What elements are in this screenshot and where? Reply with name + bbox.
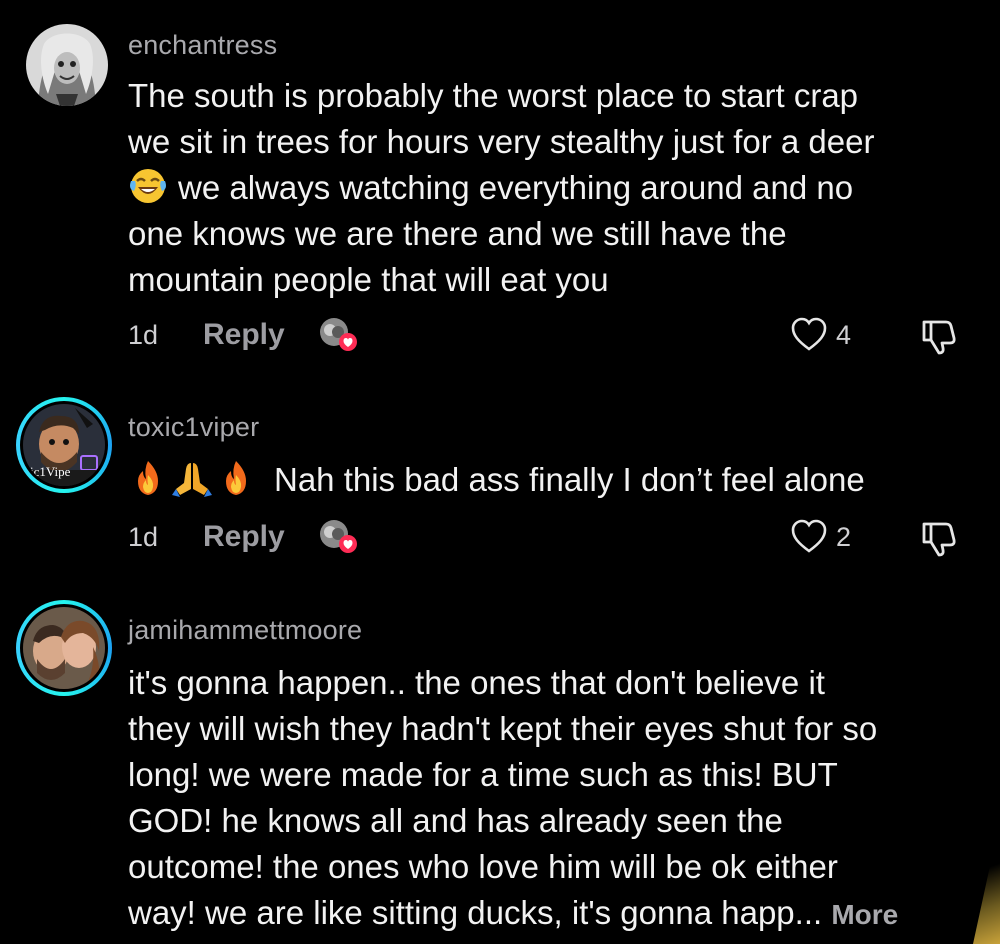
username[interactable]: toxic1viper [128, 412, 259, 443]
background-edge-decoration [973, 820, 1000, 944]
dislike-icon[interactable] [918, 316, 962, 356]
comment-line-text: way! we are like sitting ducks, it's gon… [128, 894, 823, 931]
comment-line: mountain people that will eat you [128, 261, 609, 298]
comment-line: one knows we are there and we still have… [128, 215, 787, 252]
like-count: 2 [836, 522, 852, 552]
like-button[interactable]: 4 [790, 316, 851, 352]
avatar-caption: oxic1Vipe [20, 464, 71, 479]
comment-text: The south is probably the worst place to… [128, 73, 968, 303]
comment-line: we always watching everything around and… [128, 165, 968, 211]
avatar-story-ring[interactable]: oxic1Vipe [16, 397, 112, 493]
avatar: oxic1Vipe [20, 401, 108, 489]
timestamp: 1d [128, 522, 159, 552]
more-link[interactable]: More [831, 899, 898, 930]
creator-liked-avatar-icon [318, 518, 360, 554]
heart-icon [790, 519, 828, 558]
fire-icon [216, 459, 256, 497]
like-button[interactable]: 2 [790, 518, 851, 554]
face-with-tears-of-joy-icon [128, 167, 168, 205]
comment-actions: 1d Reply 4 [128, 316, 968, 356]
creator-liked-avatar-icon [318, 316, 360, 352]
avatar-story-ring[interactable] [16, 600, 112, 696]
heart-icon [790, 317, 828, 356]
like-count: 4 [836, 320, 852, 350]
comment-line: GOD! he knows all and has already seen t… [128, 802, 783, 839]
comment-text: it's gonna happen.. the ones that don't … [128, 660, 968, 938]
username[interactable]: jamihammettmoore [128, 615, 362, 646]
avatar [20, 604, 108, 692]
comment-line-text: Nah this bad ass finally I don’t feel al… [274, 461, 865, 498]
comment-text: Nah this bad ass finally I don’t feel al… [128, 457, 968, 503]
comment-line: long! we were made for a time such as th… [128, 756, 838, 793]
reply-button[interactable]: Reply [203, 318, 285, 352]
comment-line: it's gonna happen.. the ones that don't … [128, 664, 825, 701]
username[interactable]: enchantress [128, 30, 277, 61]
folded-hands-icon [172, 459, 212, 497]
comment-line: we sit in trees for hours very stealthy … [128, 123, 875, 160]
comment-line-text: we always watching everything around and… [178, 169, 854, 206]
comment-line: outcome! the ones who love him will be o… [128, 848, 838, 885]
timestamp: 1d [128, 320, 159, 350]
comment-line: way! we are like sitting ducks, it's gon… [128, 890, 968, 938]
dislike-icon[interactable] [918, 518, 962, 558]
comment-line: The south is probably the worst place to… [128, 77, 859, 114]
comment-actions: 1d Reply 2 [128, 518, 968, 558]
avatar[interactable] [26, 24, 108, 106]
reply-button[interactable]: Reply [203, 520, 285, 554]
comment-line: they will wish they hadn't kept their ey… [128, 710, 878, 747]
fire-icon [128, 459, 168, 497]
